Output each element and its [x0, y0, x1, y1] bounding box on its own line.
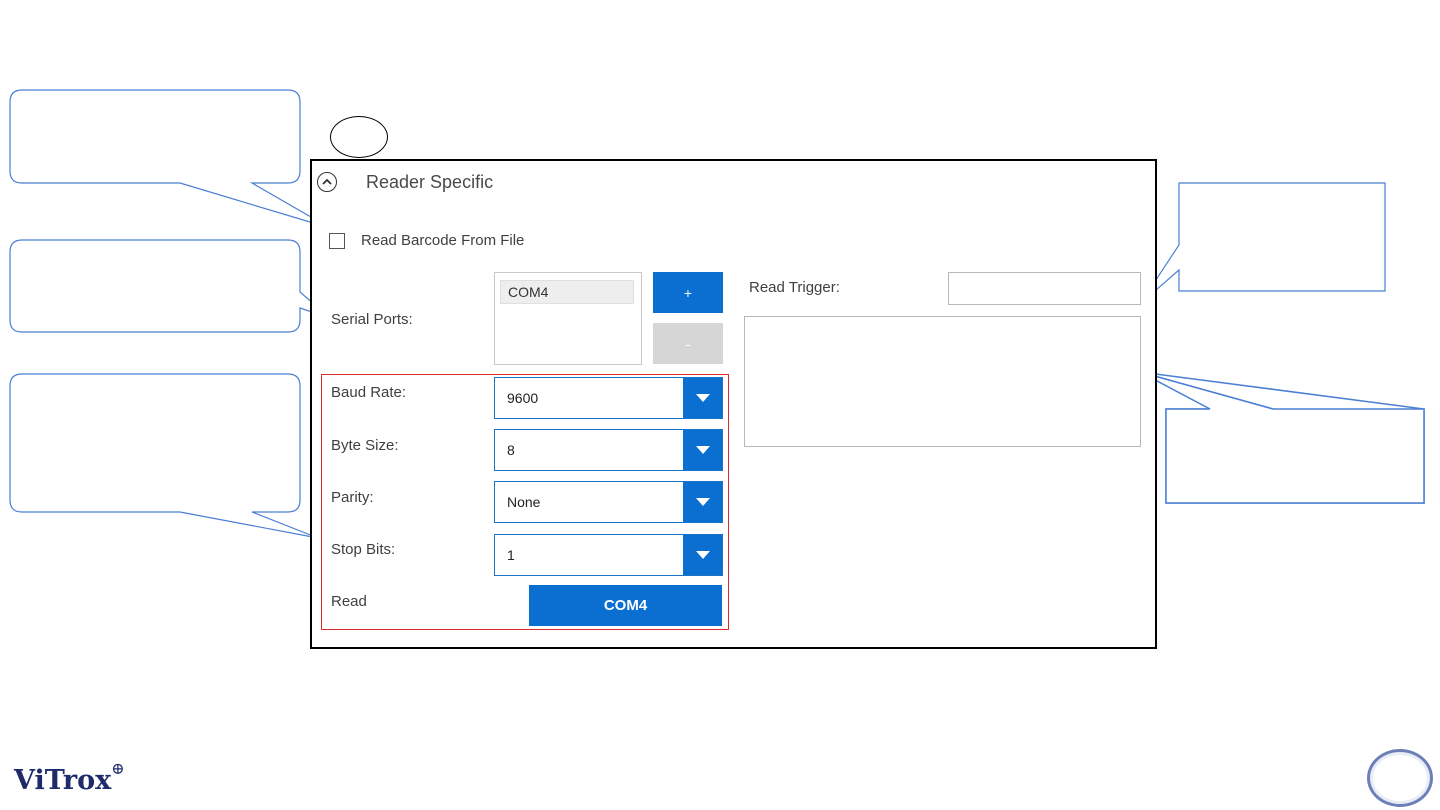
read-response-textarea[interactable]: [744, 316, 1141, 447]
add-port-button[interactable]: +: [653, 272, 723, 313]
dropdown-arrow-icon[interactable]: [683, 482, 722, 522]
read-from-file-checkbox[interactable]: [329, 233, 345, 249]
dropdown-arrow-icon[interactable]: [683, 535, 722, 575]
stop-bits-label: Stop Bits:: [331, 541, 396, 558]
section-title: Reader Specific: [366, 172, 494, 192]
baud-rate-label: Baud Rate:: [331, 384, 407, 401]
parity-label: Parity:: [331, 489, 374, 506]
callout-serial-settings: [9, 373, 319, 539]
parity-dropdown[interactable]: None: [494, 481, 723, 523]
stop-bits-dropdown[interactable]: 1: [494, 534, 723, 576]
callout-read-from-file: [9, 89, 331, 229]
dropdown-arrow-icon[interactable]: [683, 430, 722, 470]
parity-value: None: [507, 494, 541, 510]
read-trigger-input[interactable]: [948, 272, 1141, 305]
vitrox-logo: ViTrox⊕: [14, 759, 125, 796]
read-port-button[interactable]: COM4: [529, 585, 722, 626]
read-from-file-label: Read Barcode From File: [361, 232, 525, 249]
serial-ports-label: Serial Ports:: [331, 311, 413, 328]
collapse-toggle-button[interactable]: [317, 172, 337, 192]
read-trigger-label: Read Trigger:: [749, 279, 840, 296]
stop-bits-value: 1: [507, 547, 515, 563]
byte-size-dropdown[interactable]: 8: [494, 429, 723, 471]
byte-size-value: 8: [507, 442, 515, 458]
dropdown-arrow-icon[interactable]: [683, 378, 722, 418]
baud-rate-value: 9600: [507, 390, 539, 406]
remove-port-button[interactable]: -: [653, 323, 723, 364]
step-number-circle: [330, 116, 388, 158]
serial-port-item[interactable]: COM4: [500, 280, 634, 304]
corner-circle-decoration: [1367, 749, 1433, 807]
callout-serial-ports: [9, 239, 331, 333]
chevron-up-icon: [322, 178, 332, 185]
callout-response-area: [1139, 371, 1425, 504]
callout-read-trigger: [1139, 182, 1386, 305]
read-label: Read: [331, 593, 367, 610]
byte-size-label: Byte Size:: [331, 437, 399, 454]
baud-rate-dropdown[interactable]: 9600: [494, 377, 723, 419]
